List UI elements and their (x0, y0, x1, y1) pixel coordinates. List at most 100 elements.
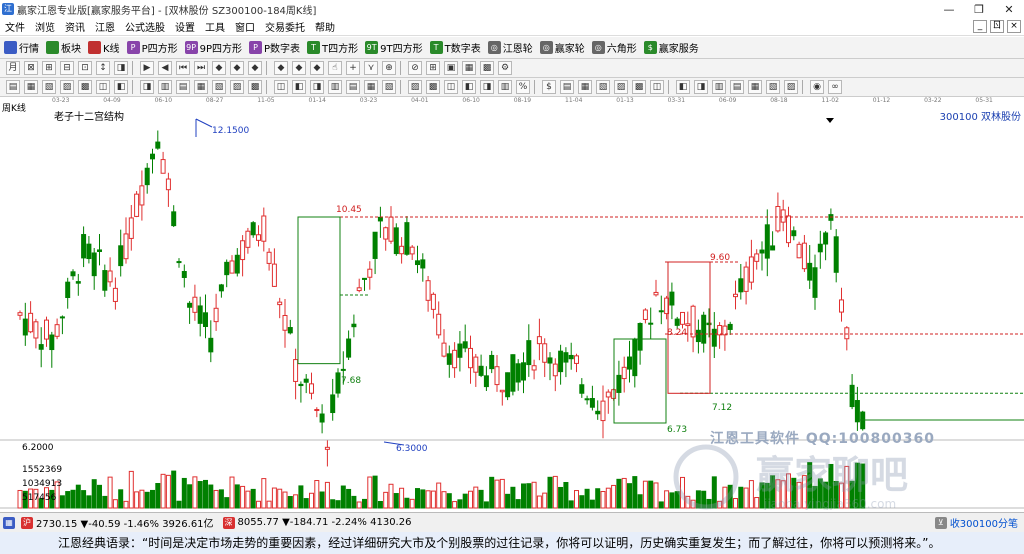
mdi-close-button[interactable]: × (1007, 20, 1021, 33)
menu-item-3[interactable]: 江恩 (90, 19, 120, 34)
toolbar-button-4[interactable]: 9P 9P四方形 (184, 40, 242, 55)
toolbar2_icons-icon-22[interactable]: ⊞ (426, 61, 440, 75)
menu-item-8[interactable]: 交易委托 (260, 19, 310, 34)
toolbar2_icons-icon-13[interactable]: ◆ (248, 61, 262, 75)
toolbar2_icons-icon-19[interactable]: ⋎ (364, 61, 378, 75)
toolbar-button-0[interactable]: 行情 (4, 40, 39, 55)
toolbar2_icons-icon-3[interactable]: ⊟ (60, 61, 74, 75)
toolbar3_icons-icon-39[interactable]: ▦ (748, 80, 762, 94)
toolbar-button-6[interactable]: T T四方形 (307, 40, 358, 55)
toolbar-button-11[interactable]: ◎ 六角形 (591, 40, 637, 55)
toolbar3_icons-icon-6[interactable]: ◧ (114, 80, 128, 94)
toolbar-button-10[interactable]: ◎ 赢家轮 (539, 40, 585, 55)
toolbar3_icons-icon-32[interactable]: ▨ (614, 80, 628, 94)
toolbar3_icons-icon-35[interactable]: ◧ (676, 80, 690, 94)
maximize-button[interactable]: ❐ (964, 3, 994, 16)
toolbar3_icons-icon-42[interactable]: ◉ (810, 80, 824, 94)
toolbar3_icons-icon-27[interactable]: % (516, 80, 530, 94)
toolbar-button-2[interactable]: K线 (88, 40, 120, 55)
toolbar2_icons-icon-9[interactable]: ⏮ (176, 61, 190, 75)
toolbar3_icons-icon-20[interactable]: ▧ (382, 80, 396, 94)
tick-status[interactable]: ⊻ 收300100分笔 (932, 515, 1018, 530)
toolbar3_icons-icon-13[interactable]: ▩ (248, 80, 262, 94)
toolbar-button-12[interactable]: $ 赢家服务 (643, 40, 699, 55)
toolbar3_icons-icon-24[interactable]: ◧ (462, 80, 476, 94)
toolbar3_icons-icon-18[interactable]: ▤ (346, 80, 360, 94)
toolbar2_icons-icon-14[interactable]: ◆ (274, 61, 288, 75)
toolbar3_icons-icon-34[interactable]: ◫ (650, 80, 664, 94)
toolbar3_icons-icon-16[interactable]: ◨ (310, 80, 324, 94)
toolbar2_icons-icon-0[interactable]: 月 (6, 61, 20, 75)
menu-item-5[interactable]: 设置 (170, 19, 200, 34)
toolbar2_icons-icon-26[interactable]: ⚙ (498, 61, 512, 75)
toolbar3_icons-icon-28[interactable]: $ (542, 80, 556, 94)
toolbar3_icons-icon-5[interactable]: ◫ (96, 80, 110, 94)
toolbar2_icons-icon-20[interactable]: ⊕ (382, 61, 396, 75)
toolbar3_icons-icon-1[interactable]: ▦ (24, 80, 38, 94)
toolbar2_icons-icon-1[interactable]: ⊠ (24, 61, 38, 75)
toolbar2_icons-icon-24[interactable]: ▦ (462, 61, 476, 75)
toolbar2_icons-icon-12[interactable]: ◆ (230, 61, 244, 75)
toolbar3_icons-icon-15[interactable]: ◧ (292, 80, 306, 94)
toolbar3_icons-icon-33[interactable]: ▩ (632, 80, 646, 94)
toolbar-button-7[interactable]: 9T 9T四方形 (365, 40, 423, 55)
toolbar3_icons-icon-4[interactable]: ▩ (78, 80, 92, 94)
toolbar3_icons-icon-9[interactable]: ▤ (176, 80, 190, 94)
sz-index[interactable]: 深 8055.77 ▼-184.71 -2.24% 4130.26 (220, 516, 411, 529)
toolbar2_icons-icon-2[interactable]: ⊞ (42, 61, 56, 75)
toolbar-button-5[interactable]: P P数字表 (249, 40, 300, 55)
toolbar-button-1[interactable]: 板块 (46, 40, 81, 55)
toolbar3_icons-icon-31[interactable]: ▧ (596, 80, 610, 94)
toolbar3_icons-icon-22[interactable]: ▩ (426, 80, 440, 94)
toolbar3_icons-icon-19[interactable]: ▦ (364, 80, 378, 94)
toolbar2_icons-icon-5[interactable]: ↕ (96, 61, 110, 75)
toolbar2_icons-icon-16[interactable]: ◆ (310, 61, 324, 75)
toolbar2_icons-icon-7[interactable]: ▶ (140, 61, 154, 75)
toolbar2_icons-icon-17[interactable]: ☝ (328, 61, 342, 75)
toolbar3_icons-icon-41[interactable]: ▨ (784, 80, 798, 94)
toolbar2_icons-icon-21[interactable]: ⊘ (408, 61, 422, 75)
toolbar2_icons-icon-10[interactable]: ⏭ (194, 61, 208, 75)
toolbar3_icons-icon-26[interactable]: ▥ (498, 80, 512, 94)
toolbar3_icons-icon-7[interactable]: ◨ (140, 80, 154, 94)
toolbar-button-8[interactable]: T T数字表 (429, 40, 481, 55)
menu-item-4[interactable]: 公式选股 (120, 19, 170, 34)
toolbar2_icons-icon-4[interactable]: ⊡ (78, 61, 92, 75)
toolbar2_icons-icon-6[interactable]: ◨ (114, 61, 128, 75)
sh-index[interactable]: ▦ 沪 2730.15 ▼-40.59 -1.46% 3926.61亿 (0, 515, 214, 530)
toolbar3_icons-icon-40[interactable]: ▧ (766, 80, 780, 94)
minimize-button[interactable]: — (934, 3, 964, 16)
toolbar3_icons-icon-23[interactable]: ◫ (444, 80, 458, 94)
toolbar3_icons-icon-29[interactable]: ▤ (560, 80, 574, 94)
toolbar3_icons-icon-30[interactable]: ▦ (578, 80, 592, 94)
menu-item-7[interactable]: 窗口 (230, 19, 260, 34)
toolbar3_icons-icon-36[interactable]: ◨ (694, 80, 708, 94)
toolbar2_icons-icon-8[interactable]: ◀ (158, 61, 172, 75)
toolbar3_icons-icon-37[interactable]: ▥ (712, 80, 726, 94)
toolbar2_icons-icon-25[interactable]: ▩ (480, 61, 494, 75)
toolbar2_icons-icon-18[interactable]: + (346, 61, 360, 75)
menu-item-2[interactable]: 资讯 (60, 19, 90, 34)
menu-item-9[interactable]: 帮助 (310, 19, 340, 34)
toolbar3_icons-icon-43[interactable]: ∞ (828, 80, 842, 94)
toolbar3_icons-icon-14[interactable]: ◫ (274, 80, 288, 94)
toolbar2_icons-icon-11[interactable]: ◆ (212, 61, 226, 75)
stock-label[interactable]: 300100 双林股份 (940, 108, 1021, 123)
toolbar-button-9[interactable]: ◎ 江恩轮 (487, 40, 533, 55)
menu-item-0[interactable]: 文件 (0, 19, 30, 34)
menu-item-6[interactable]: 工具 (200, 19, 230, 34)
toolbar3_icons-icon-0[interactable]: ▤ (6, 80, 20, 94)
toolbar-button-3[interactable]: P P四方形 (126, 40, 178, 55)
toolbar3_icons-icon-8[interactable]: ▥ (158, 80, 172, 94)
toolbar3_icons-icon-21[interactable]: ▨ (408, 80, 422, 94)
toolbar2_icons-icon-23[interactable]: ▣ (444, 61, 458, 75)
toolbar3_icons-icon-3[interactable]: ▨ (60, 80, 74, 94)
toolbar3_icons-icon-11[interactable]: ▧ (212, 80, 226, 94)
close-button[interactable]: ✕ (994, 3, 1024, 16)
toolbar3_icons-icon-17[interactable]: ▥ (328, 80, 342, 94)
toolbar3_icons-icon-12[interactable]: ▨ (230, 80, 244, 94)
toolbar3_icons-icon-2[interactable]: ▧ (42, 80, 56, 94)
toolbar3_icons-icon-25[interactable]: ◨ (480, 80, 494, 94)
toolbar3_icons-icon-38[interactable]: ▤ (730, 80, 744, 94)
mdi-restore-button[interactable]: ㄖ (990, 20, 1004, 33)
